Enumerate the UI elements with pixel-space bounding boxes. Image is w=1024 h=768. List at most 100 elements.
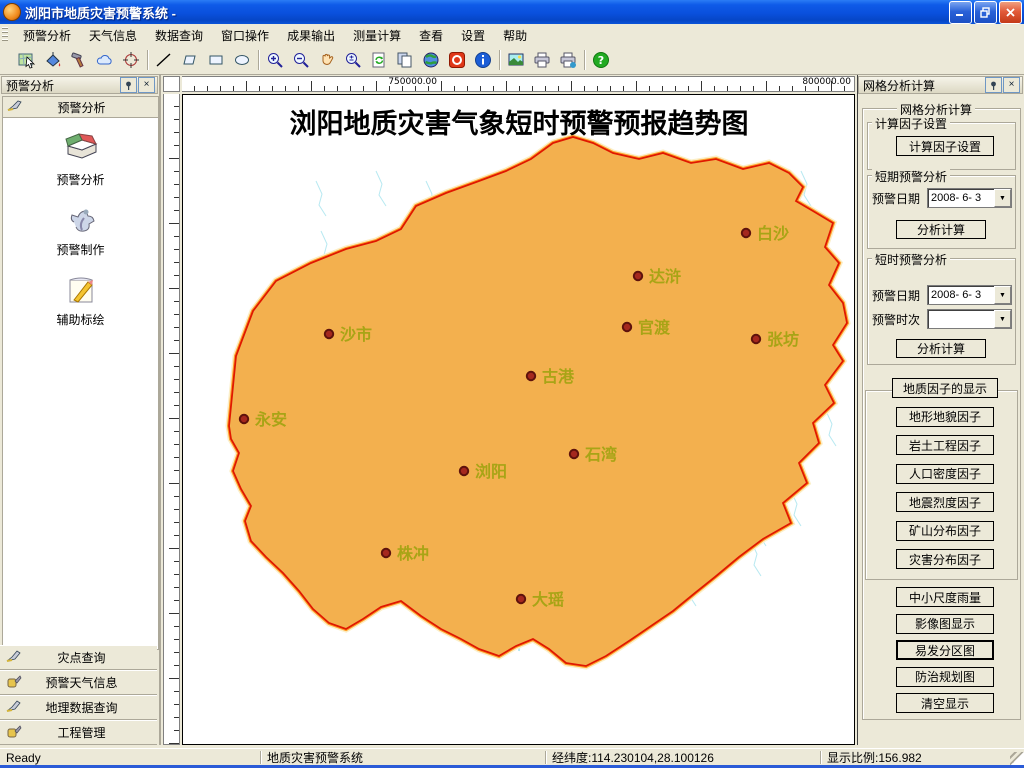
city-label: 石湾 — [584, 445, 617, 464]
display-button-1[interactable]: 影像图显示 — [896, 614, 994, 634]
left-panel-bottom-bars: 灾点查询预警天气信息地理数据查询工程管理 — [0, 645, 157, 745]
crosshair-icon[interactable] — [118, 47, 144, 73]
sidebar-item-label: 工程管理 — [26, 724, 137, 741]
city-label: 张坊 — [767, 330, 799, 349]
short-time-analyze-button[interactable]: 分析计算 — [896, 339, 986, 358]
short-term-analyze-button[interactable]: 分析计算 — [896, 220, 986, 239]
tool-item-2[interactable]: 辅助标绘 — [3, 272, 158, 328]
print-setup-icon[interactable] — [555, 47, 581, 73]
close-icon[interactable]: × — [1003, 77, 1020, 93]
pen-icon — [6, 650, 22, 666]
short-time-date-value: 2008- 6- 3 — [928, 289, 994, 301]
chevron-down-icon[interactable]: ▼ — [994, 189, 1011, 207]
menu-item-4[interactable]: 成果输出 — [278, 24, 344, 47]
factor-setting-label: 计算因子设置 — [872, 115, 950, 132]
risk-map: 白沙达浒官渡张坊沙市古港永安石湾浏阳株冲大瑶 浏阳地质灾害气象短时预警预报趋势图 — [183, 95, 854, 744]
city-dot-icon — [382, 549, 390, 557]
sidebar-item-1[interactable]: 预警天气信息 — [0, 670, 157, 695]
menu-item-7[interactable]: 设置 — [452, 24, 494, 47]
help-icon[interactable]: ? — [588, 47, 614, 73]
menu-item-5[interactable]: 测量计算 — [344, 24, 410, 47]
resize-grip[interactable] — [1010, 752, 1024, 766]
title-bar[interactable]: 浏阳市地质灾害预警系统 - — [0, 0, 1024, 24]
close-button[interactable] — [999, 1, 1022, 24]
hammer-icon[interactable] — [66, 47, 92, 73]
display-button-4[interactable]: 清空显示 — [896, 693, 994, 713]
factor-button-5[interactable]: 矿山分布因子 — [896, 521, 994, 541]
globe-icon[interactable] — [418, 47, 444, 73]
display-button-3[interactable]: 防治规划图 — [896, 667, 994, 687]
line-icon[interactable] — [151, 47, 177, 73]
zoom-extent-icon[interactable] — [340, 47, 366, 73]
ruler-corner — [163, 76, 180, 92]
refresh-icon[interactable] — [366, 47, 392, 73]
date-label: 预警日期 — [872, 287, 927, 304]
menu-grip[interactable] — [2, 27, 8, 43]
zoom-out-icon[interactable] — [288, 47, 314, 73]
minimize-button[interactable] — [949, 1, 972, 24]
display-button-2[interactable]: 易发分区图 — [896, 640, 994, 660]
status-bar: Ready 地质灾害预警系统 经纬度:114.230104,28.100126 … — [0, 748, 1024, 766]
rectangle-icon[interactable] — [203, 47, 229, 73]
menu-item-6[interactable]: 查看 — [410, 24, 452, 47]
sidebar-item-2[interactable]: 地理数据查询 — [0, 695, 157, 720]
factor-button-1[interactable]: 地形地貌因子 — [896, 407, 994, 427]
tool-item-1[interactable]: 预警制作 — [3, 202, 158, 258]
warning-analysis-panel: 预警分析 × 预警分析 预警分析预警制作辅助标绘 灾点查询预警天气信息地理数据查… — [0, 75, 161, 745]
chevron-down-icon[interactable]: ▼ — [994, 286, 1011, 304]
menu-item-2[interactable]: 数据查询 — [146, 24, 212, 47]
factor-button-3[interactable]: 人口密度因子 — [896, 464, 994, 484]
app-icon — [3, 3, 21, 21]
pan-icon[interactable] — [314, 47, 340, 73]
city-label: 官渡 — [638, 318, 671, 337]
short-term-date-row: 预警日期 2008- 6- 3 ▼ — [872, 188, 1012, 208]
factor-button-2[interactable]: 岩土工程因子 — [896, 435, 994, 455]
zoom-in-icon[interactable] — [262, 47, 288, 73]
city-dot-icon — [742, 229, 750, 237]
factor-button-6[interactable]: 灾害分布因子 — [896, 549, 994, 569]
cloud-icon[interactable] — [92, 47, 118, 73]
factor-button-0[interactable]: 地质因子的显示 — [892, 378, 998, 398]
sidebar-item-label: 预警天气信息 — [26, 674, 137, 691]
left-panel-title: 预警分析 — [6, 77, 119, 94]
restore-button[interactable] — [974, 1, 997, 24]
city-label: 永安 — [254, 410, 287, 429]
map-select-icon[interactable] — [14, 47, 40, 73]
info-icon[interactable] — [470, 47, 496, 73]
layers-icon[interactable] — [392, 47, 418, 73]
map-canvas[interactable]: 白沙达浒官渡张坊沙市古港永安石湾浏阳株冲大瑶 浏阳地质灾害气象短时预警预报趋势图 — [182, 94, 855, 745]
city-dot-icon — [325, 330, 333, 338]
polygon-icon[interactable] — [177, 47, 203, 73]
pin-icon[interactable] — [985, 77, 1002, 93]
sidebar-item-0[interactable]: 灾点查询 — [0, 645, 157, 670]
city-label: 古港 — [542, 367, 575, 386]
pin-icon[interactable] — [120, 77, 137, 93]
short-term-date-combo[interactable]: 2008- 6- 3 ▼ — [927, 188, 1012, 208]
menu-item-8[interactable]: 帮助 — [494, 24, 536, 47]
display-button-0[interactable]: 中小尺度雨量 — [896, 587, 994, 607]
boundary-line — [229, 137, 847, 666]
image-icon[interactable] — [503, 47, 529, 73]
factor-button-4[interactable]: 地震烈度因子 — [896, 492, 994, 512]
ink-icon — [6, 675, 22, 691]
menu-item-1[interactable]: 天气信息 — [80, 24, 146, 47]
menu-item-3[interactable]: 窗口操作 — [212, 24, 278, 47]
left-panel-header[interactable]: 预警分析 — [3, 97, 158, 118]
vertical-ruler: 3150000.00 3100000.00 — [163, 94, 180, 745]
grid-analysis-panel: 网格分析计算 × 网格分析计算 计算因子设置 计算因子设置 短期预警分析 预警日… — [857, 75, 1024, 745]
short-time-date-combo[interactable]: 2008- 6- 3 ▼ — [927, 285, 1012, 305]
sidebar-item-3[interactable]: 工程管理 — [0, 720, 157, 745]
chevron-down-icon[interactable]: ▼ — [994, 310, 1011, 328]
left-panel-tools: 预警分析预警制作辅助标绘 — [3, 132, 158, 328]
factor-setting-button[interactable]: 计算因子设置 — [896, 136, 994, 156]
print-icon[interactable] — [529, 47, 555, 73]
paint-icon[interactable] — [40, 47, 66, 73]
sidebar-item-label: 灾点查询 — [26, 649, 137, 666]
tool-item-0[interactable]: 预警分析 — [3, 132, 158, 188]
stop-icon[interactable] — [444, 47, 470, 73]
close-icon[interactable]: × — [138, 77, 155, 93]
ruler-label-x1: 750000.00 — [388, 77, 437, 87]
short-time-times-combo[interactable]: ▼ — [927, 309, 1012, 329]
ellipse-icon[interactable] — [229, 47, 255, 73]
menu-item-0[interactable]: 预警分析 — [14, 24, 80, 47]
